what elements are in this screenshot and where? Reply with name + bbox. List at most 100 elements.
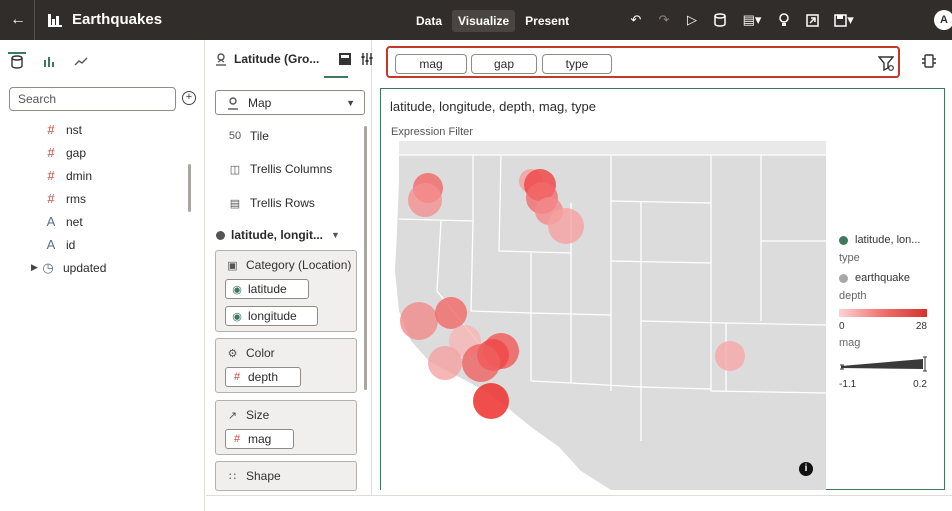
field-item-nst[interactable]: # nst	[0, 118, 205, 141]
workbook-title: Earthquakes	[72, 11, 163, 28]
search-input[interactable]: Search	[9, 87, 176, 111]
legend-layer[interactable]: latitude, lon...	[839, 233, 943, 247]
marker	[408, 183, 442, 217]
mode-switcher: Data Visualize Present	[410, 10, 575, 32]
data-tab-icon[interactable]	[8, 52, 26, 70]
field-item-dmin[interactable]: # dmin	[0, 164, 205, 187]
grammar-trellis-columns[interactable]: ◫ Trellis Columns	[228, 160, 332, 178]
field-item-rms[interactable]: # rms	[0, 187, 205, 210]
location-pin-icon: ◉	[232, 283, 242, 296]
pill-mag[interactable]: # mag	[225, 429, 294, 449]
visualizations-tab-icon[interactable]	[40, 52, 58, 70]
pill-depth[interactable]: # depth	[225, 367, 301, 387]
shape-icon: ∷	[229, 470, 236, 483]
pill-latitude[interactable]: ◉ latitude	[225, 279, 309, 299]
run-icon[interactable]: ▷	[678, 10, 706, 30]
comment-menu-icon[interactable]: ▤▾	[734, 10, 770, 30]
text-field-icon: A	[46, 237, 56, 252]
pill-longitude[interactable]: ◉ longitude	[225, 306, 318, 326]
analytics-tab-icon[interactable]	[72, 52, 90, 70]
redo-icon[interactable]: ↷	[650, 10, 678, 30]
avatar[interactable]: A	[934, 10, 952, 30]
marker	[462, 344, 500, 382]
chevron-down-icon: ▼	[331, 230, 340, 240]
filter-pill-gap[interactable]: gap	[471, 54, 537, 74]
layer-dot-icon	[216, 230, 225, 240]
legend-type-item[interactable]: earthquake	[839, 271, 943, 285]
data-panel-tabs	[8, 52, 90, 70]
save-icon[interactable]: ▾	[826, 10, 862, 30]
marker	[715, 341, 745, 371]
location-pin-icon: ◉	[232, 310, 242, 323]
depth-min: 0	[839, 321, 845, 332]
filter-pill-type[interactable]: type	[542, 54, 612, 74]
filter-pill-mag[interactable]: mag	[395, 54, 467, 74]
grammar-panel: Latitude (Gro... Map ▼ 50 Tile ◫ Trellis…	[206, 40, 373, 511]
grammar-tile[interactable]: 50 Tile	[228, 127, 269, 145]
viz-type-select[interactable]: Map ▼	[215, 90, 365, 115]
size-drop-zone[interactable]: ↗ Size # mag	[215, 400, 357, 455]
tab-present[interactable]: Present	[519, 10, 575, 32]
lightbulb-icon[interactable]	[770, 10, 798, 30]
map-viz-icon	[228, 96, 238, 110]
marker	[548, 208, 584, 244]
filter-bar: mag gap type	[386, 46, 900, 78]
back-arrow-icon[interactable]: ←	[8, 10, 28, 30]
tile-icon: 50	[228, 130, 242, 142]
shape-drop-zone[interactable]: ∷ Shape	[215, 461, 357, 491]
map-legend: latitude, lon... type earthquake depth 0…	[839, 233, 943, 395]
top-bar: ← Earthquakes Data Visualize Present ↶ ↷…	[0, 0, 952, 40]
depth-max: 28	[915, 321, 927, 332]
category-drop-zone[interactable]: ▣ Category (Location) ◉ latitude ◉ longi…	[215, 250, 357, 332]
properties-tab-icon[interactable]	[338, 52, 352, 66]
grammar-header: Latitude (Gro...	[214, 52, 373, 66]
grammar-panel-scrollbar[interactable]	[364, 126, 367, 390]
legend-mag-heading: mag	[839, 337, 861, 349]
add-data-icon[interactable]: +	[182, 91, 196, 105]
layer-header[interactable]: latitude, longit... ▼	[216, 228, 340, 242]
data-panel-scrollbar[interactable]	[188, 164, 191, 212]
map-view[interactable]	[381, 141, 826, 490]
visualization-canvas[interactable]: latitude, longitude, depth, mag, type Ex…	[380, 88, 945, 490]
marker	[473, 383, 509, 419]
auto-apply-icon[interactable]	[921, 53, 937, 69]
viz-name[interactable]: Latitude (Gro...	[234, 52, 319, 66]
trellis-columns-icon: ◫	[229, 163, 241, 176]
marker	[428, 346, 462, 380]
viz-title: latitude, longitude, depth, mag, type	[390, 99, 596, 114]
depth-color-ramp	[839, 309, 927, 317]
filter-settings-tab-icon[interactable]	[360, 52, 374, 66]
legend-type-heading: type	[839, 252, 860, 264]
legend-dot-icon	[839, 273, 848, 283]
field-item-net[interactable]: A net	[0, 210, 205, 233]
field-list: # nst # gap # dmin # rms A net A id ▶ ◷ …	[0, 118, 205, 279]
layer-dot-icon	[839, 235, 848, 245]
field-item-updated[interactable]: ▶ ◷ updated	[0, 256, 205, 279]
export-icon[interactable]	[798, 10, 826, 30]
number-field-icon: #	[233, 371, 241, 383]
number-field-icon: #	[47, 122, 55, 137]
number-field-icon: #	[47, 145, 55, 160]
filter-icon[interactable]	[878, 55, 894, 71]
undo-icon[interactable]: ↶	[622, 10, 650, 30]
text-field-icon: A	[46, 214, 56, 229]
tab-visualize[interactable]: Visualize	[452, 10, 516, 32]
field-item-gap[interactable]: # gap	[0, 141, 205, 164]
expand-triangle-icon[interactable]: ▶	[31, 262, 41, 273]
number-field-icon: #	[47, 168, 55, 183]
field-item-id[interactable]: A id	[0, 233, 205, 256]
marker	[400, 302, 438, 340]
data-source-icon[interactable]	[706, 10, 734, 30]
marker	[435, 297, 467, 329]
active-tab-underline	[324, 76, 348, 78]
tab-data[interactable]: Data	[410, 10, 448, 32]
workbook-logo-icon	[48, 14, 62, 27]
divider	[34, 0, 35, 40]
grammar-trellis-rows[interactable]: ▤ Trellis Rows	[228, 194, 315, 212]
mag-max: 0.2	[913, 379, 927, 390]
info-icon[interactable]: i	[799, 462, 813, 476]
toolbar: ↶ ↷ ▷ ▤▾ ▾	[622, 10, 862, 30]
mag-size-ramp	[840, 356, 927, 372]
legend-depth-heading: depth	[839, 290, 867, 302]
color-drop-zone[interactable]: ⚙ Color # depth	[215, 338, 357, 393]
